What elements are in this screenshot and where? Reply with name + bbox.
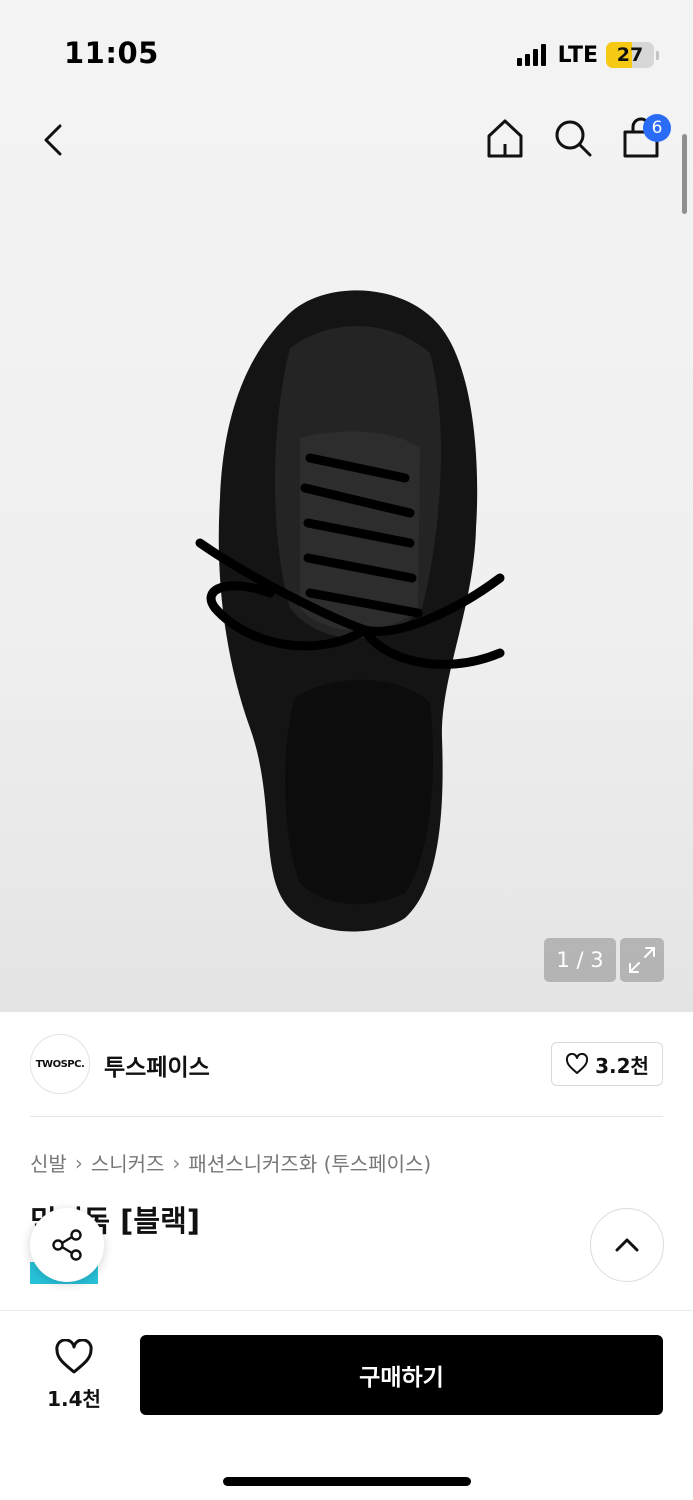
brand-name[interactable]: 투스페이스 [104, 1048, 210, 1082]
product-image [195, 290, 505, 932]
status-time: 11:05 [64, 36, 159, 70]
heart-icon [55, 1338, 93, 1374]
search-icon [555, 120, 592, 157]
brand-like-count: 3.2천 [595, 1053, 649, 1078]
breadcrumb-item[interactable]: 패션스니커즈화 (투스페이스) [188, 1148, 431, 1177]
brand-like-button[interactable]: 3.2천 [551, 1042, 663, 1086]
product-image-gallery[interactable]: 6 1 / 3 [0, 100, 693, 1012]
brand-row[interactable]: TWOSPC. 투스페이스 3.2천 [30, 1034, 663, 1094]
scrollbar[interactable] [682, 134, 687, 214]
header-actions: 6 [485, 114, 671, 160]
search-button[interactable] [553, 116, 593, 160]
chevron-up-icon [615, 1238, 639, 1252]
status-indicators: LTE 27 [516, 40, 659, 70]
wishlist-button[interactable]: 1.4천 [40, 1338, 108, 1412]
scroll-top-button[interactable] [590, 1208, 664, 1282]
back-button[interactable] [36, 120, 76, 160]
network-label: LTE [557, 42, 598, 68]
chevron-right-icon: › [172, 1150, 181, 1175]
image-counter: 1 / 3 [544, 938, 616, 982]
breadcrumb-item[interactable]: 신발 [30, 1148, 67, 1177]
divider [30, 1116, 663, 1117]
breadcrumb: 신발 › 스니커즈 › 패션스니커즈화 (투스페이스) [30, 1148, 431, 1177]
chevron-right-icon: › [74, 1150, 83, 1175]
wishlist-count: 1.4천 [47, 1387, 101, 1411]
cart-badge: 6 [643, 114, 671, 142]
home-button[interactable] [485, 116, 525, 160]
chevron-left-icon [44, 124, 62, 156]
signal-icon [516, 44, 546, 66]
status-bar: 11:05 LTE 27 [0, 0, 693, 100]
share-icon [52, 1229, 82, 1261]
bottom-action-bar: 1.4천 구매하기 [0, 1310, 693, 1500]
home-indicator [223, 1477, 471, 1486]
battery-level: 27 [616, 44, 644, 66]
expand-icon [629, 947, 655, 973]
home-icon [487, 119, 523, 158]
cart-button[interactable]: 6 [621, 114, 671, 160]
heart-icon [566, 1053, 589, 1074]
breadcrumb-item[interactable]: 스니커즈 [91, 1148, 165, 1177]
battery-icon: 27 [606, 42, 654, 68]
buy-button[interactable]: 구매하기 [140, 1335, 663, 1415]
brand-logo[interactable]: TWOSPC. [30, 1034, 90, 1094]
expand-image-button[interactable] [620, 938, 664, 982]
share-button[interactable] [30, 1208, 104, 1282]
